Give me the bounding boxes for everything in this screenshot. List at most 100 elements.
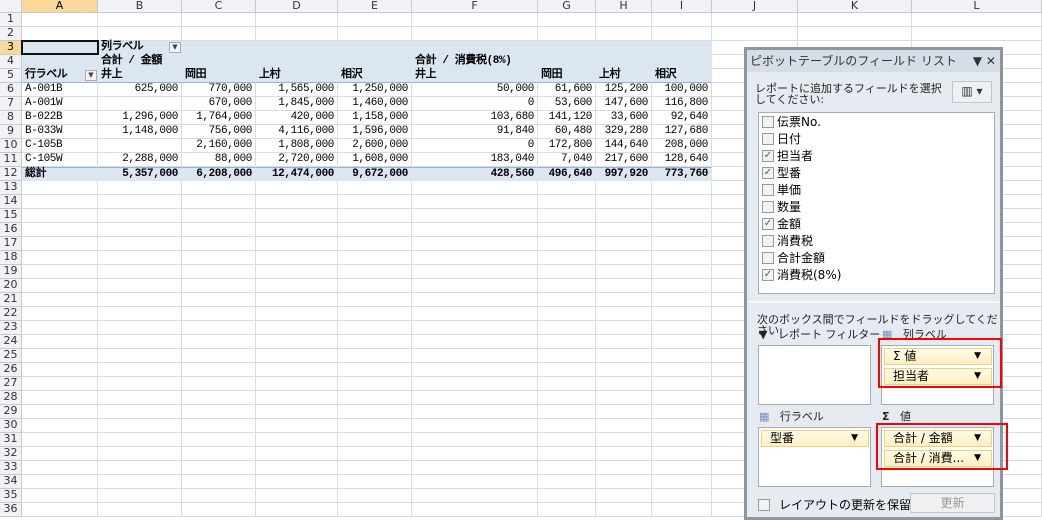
cell-E13[interactable] (338, 181, 412, 195)
cell-H13[interactable] (596, 181, 652, 195)
cell-G6[interactable]: 61,600 (538, 83, 596, 97)
cell-A16[interactable] (22, 223, 98, 237)
cell-B1[interactable] (98, 13, 182, 27)
cell-G36[interactable] (538, 503, 596, 517)
cell-C3[interactable] (182, 41, 256, 55)
cell-C10[interactable]: 2,160,000 (182, 139, 256, 153)
cell-B36[interactable] (98, 503, 182, 517)
column-header-A[interactable]: A (22, 0, 98, 13)
cell-J2[interactable] (712, 27, 798, 41)
row-header-20[interactable]: 20 (0, 279, 22, 293)
cell-D30[interactable] (256, 419, 338, 433)
cell-B5[interactable]: 井上 (98, 69, 182, 83)
cell-A6[interactable]: A-001B (22, 83, 98, 97)
cell-F29[interactable] (412, 405, 538, 419)
cell-E28[interactable] (338, 391, 412, 405)
cell-G1[interactable] (538, 13, 596, 27)
cell-F26[interactable] (412, 363, 538, 377)
cell-H30[interactable] (596, 419, 652, 433)
cell-C9[interactable]: 756,000 (182, 125, 256, 139)
cell-D26[interactable] (256, 363, 338, 377)
cell-C29[interactable] (182, 405, 256, 419)
cell-A9[interactable]: B-033W (22, 125, 98, 139)
field-checkbox[interactable] (762, 132, 774, 145)
cell-C20[interactable] (182, 279, 256, 293)
cell-E14[interactable] (338, 195, 412, 209)
cell-B33[interactable] (98, 461, 182, 475)
cell-I1[interactable] (652, 13, 712, 27)
cell-L2[interactable] (912, 27, 1042, 41)
row-header-21[interactable]: 21 (0, 293, 22, 307)
cell-F15[interactable] (412, 209, 538, 223)
cell-B13[interactable] (98, 181, 182, 195)
cell-F25[interactable] (412, 349, 538, 363)
cell-H29[interactable] (596, 405, 652, 419)
cell-D28[interactable] (256, 391, 338, 405)
row-header-23[interactable]: 23 (0, 321, 22, 335)
cell-E6[interactable]: 1,250,000 (338, 83, 412, 97)
cell-A2[interactable] (22, 27, 98, 41)
cell-F7[interactable]: 0 (412, 97, 538, 111)
cell-B28[interactable] (98, 391, 182, 405)
cell-G13[interactable] (538, 181, 596, 195)
cell-H11[interactable]: 217,600 (596, 153, 652, 167)
cell-I30[interactable] (652, 419, 712, 433)
cell-B9[interactable]: 1,148,000 (98, 125, 182, 139)
field-checkbox[interactable]: ✓ (762, 166, 774, 179)
cell-I7[interactable]: 116,800 (652, 97, 712, 111)
report-filter-box[interactable] (758, 345, 871, 405)
cell-F28[interactable] (412, 391, 538, 405)
cell-D36[interactable] (256, 503, 338, 517)
cell-I9[interactable]: 127,680 (652, 125, 712, 139)
cell-K1[interactable] (798, 13, 912, 27)
column-header-F[interactable]: F (412, 0, 538, 13)
column-header-G[interactable]: G (538, 0, 596, 13)
cell-A33[interactable] (22, 461, 98, 475)
cell-F1[interactable] (412, 13, 538, 27)
cell-D8[interactable]: 420,000 (256, 111, 338, 125)
cell-C33[interactable] (182, 461, 256, 475)
cell-F6[interactable]: 50,000 (412, 83, 538, 97)
cell-D25[interactable] (256, 349, 338, 363)
cell-G16[interactable] (538, 223, 596, 237)
field-item[interactable]: 合計金額 (759, 249, 994, 266)
cell-D16[interactable] (256, 223, 338, 237)
cell-G3[interactable] (538, 41, 596, 55)
cell-G28[interactable] (538, 391, 596, 405)
field-checkbox[interactable] (762, 200, 774, 213)
row-header-4[interactable]: 4 (0, 55, 22, 69)
cell-C30[interactable] (182, 419, 256, 433)
cell-H7[interactable]: 147,600 (596, 97, 652, 111)
cell-H3[interactable] (596, 41, 652, 55)
field-checkbox[interactable] (762, 183, 774, 196)
cell-D34[interactable] (256, 475, 338, 489)
cell-I6[interactable]: 100,000 (652, 83, 712, 97)
cell-C25[interactable] (182, 349, 256, 363)
field-checkbox[interactable]: ✓ (762, 217, 774, 230)
cell-B17[interactable] (98, 237, 182, 251)
cell-B32[interactable] (98, 447, 182, 461)
cell-C26[interactable] (182, 363, 256, 377)
cell-E1[interactable] (338, 13, 412, 27)
cell-A32[interactable] (22, 447, 98, 461)
cell-D12[interactable]: 12,474,000 (256, 167, 338, 181)
cell-A10[interactable]: C-105B (22, 139, 98, 153)
cell-B27[interactable] (98, 377, 182, 391)
cell-I35[interactable] (652, 489, 712, 503)
cell-G34[interactable] (538, 475, 596, 489)
cell-E12[interactable]: 9,672,000 (338, 167, 412, 181)
row-header-8[interactable]: 8 (0, 111, 22, 125)
cell-F9[interactable]: 91,840 (412, 125, 538, 139)
cell-G8[interactable]: 141,120 (538, 111, 596, 125)
cell-A36[interactable] (22, 503, 98, 517)
cell-C7[interactable]: 670,000 (182, 97, 256, 111)
cell-G21[interactable] (538, 293, 596, 307)
cell-D1[interactable] (256, 13, 338, 27)
cell-C12[interactable]: 6,208,000 (182, 167, 256, 181)
cell-F23[interactable] (412, 321, 538, 335)
cell-D18[interactable] (256, 251, 338, 265)
cell-C6[interactable]: 770,000 (182, 83, 256, 97)
cell-G23[interactable] (538, 321, 596, 335)
row-header-24[interactable]: 24 (0, 335, 22, 349)
cell-E17[interactable] (338, 237, 412, 251)
